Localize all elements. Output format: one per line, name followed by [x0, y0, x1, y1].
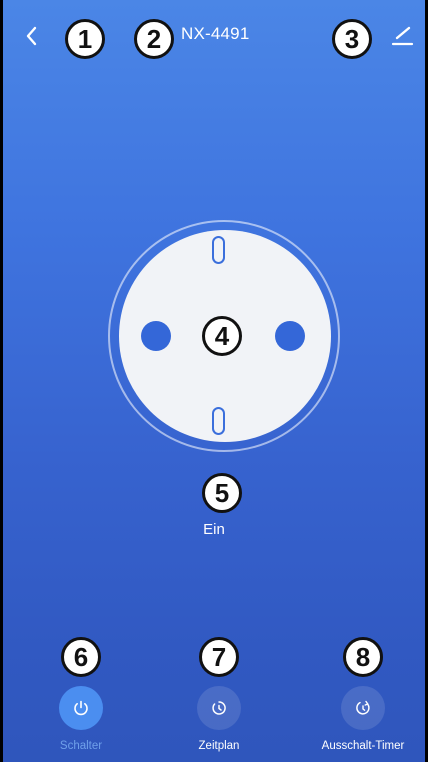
device-name: NX-4491 [181, 24, 250, 43]
tab-zeitplan-button[interactable] [197, 686, 241, 730]
callout-marker-5: 5 [202, 473, 242, 513]
tab-schalter[interactable]: Schalter [21, 686, 141, 762]
callout-marker-3: 3 [332, 19, 372, 59]
callout-marker-7: 7 [199, 637, 239, 677]
chevron-left-icon [26, 26, 37, 46]
callout-marker-8: 8 [343, 637, 383, 677]
tab-zeitplan-label: Zeitplan [198, 740, 240, 752]
pencil-edit-icon [391, 26, 414, 46]
power-icon [74, 700, 88, 716]
tab-schalter-button[interactable] [59, 686, 103, 730]
callout-marker-2: 2 [134, 19, 174, 59]
callout-marker-6: 6 [61, 637, 101, 677]
socket-earth-hole-top [212, 236, 225, 264]
callout-marker-1: 1 [65, 19, 105, 59]
tab-zeitplan[interactable]: Zeitplan [159, 686, 279, 762]
callout-marker-4: 4 [202, 316, 242, 356]
countdown-timer-icon [356, 700, 370, 715]
device-screen: NX-4491 1 2 3 4 5 Ein 6 7 8 Schalter Zei… [3, 0, 425, 762]
tab-schalter-label: Schalter [59, 740, 103, 752]
schedule-clock-icon [212, 701, 226, 715]
back-button[interactable] [17, 20, 45, 52]
tab-ausschalt-timer[interactable]: Ausschalt-Timer [303, 686, 423, 762]
tab-ausschalt-timer-label: Ausschalt-Timer [321, 740, 405, 752]
socket-earth-hole-bottom [212, 407, 225, 435]
tab-ausschalt-timer-button[interactable] [341, 686, 385, 730]
socket-state-label: Ein [203, 521, 225, 538]
socket-contact-left [141, 321, 171, 351]
edit-button[interactable] [388, 22, 416, 50]
socket-contact-right [275, 321, 305, 351]
